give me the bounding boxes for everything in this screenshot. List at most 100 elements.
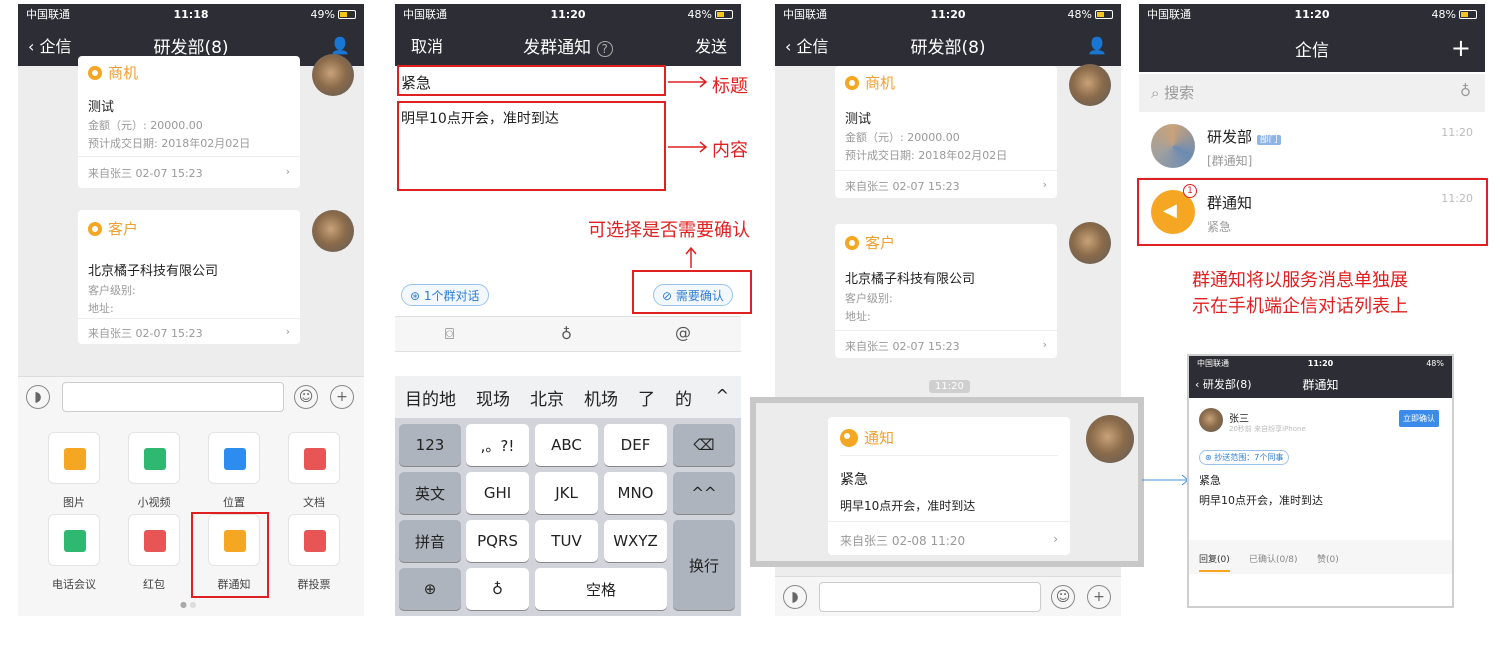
plus-icon[interactable]: + (1087, 585, 1111, 609)
back-button[interactable]: ‹ 企信 (785, 33, 829, 57)
customer-card[interactable]: 客户 北京橘子科技有限公司 客户级别: 地址: 来自张三 02-07 15:23… (78, 210, 300, 344)
suggestion[interactable]: 机场 (584, 385, 618, 410)
chat-time: 11:20 (1441, 126, 1473, 139)
notice-card[interactable]: 通知 紧急 明早10点开会，准时到达 来自张三 02-08 11:20 › (828, 417, 1070, 555)
key-pinyin[interactable]: 拼音 (399, 520, 461, 562)
space-key[interactable]: 空格 (535, 568, 667, 610)
key-tuv[interactable]: TUV (535, 520, 598, 562)
attach-bar: ⌼ ♁ @ (395, 316, 741, 352)
group-chip[interactable]: ⊛ 1个群对话 (401, 284, 489, 306)
avatar[interactable] (1069, 64, 1111, 106)
battery-indicator: 48% (1367, 8, 1477, 21)
cancel-button[interactable]: 取消 (411, 33, 443, 57)
suggestion[interactable]: 的 (675, 385, 692, 410)
back-button[interactable]: ‹ 企信 (28, 33, 72, 57)
key-pqrs[interactable]: PQRS (466, 520, 529, 562)
microphone-icon[interactable]: ♁ (1460, 82, 1471, 100)
camera-icon[interactable]: ⌼ (445, 325, 454, 343)
key-mno[interactable]: MNO (604, 472, 667, 514)
globe-icon: ⊕ (423, 580, 437, 598)
voice-icon[interactable]: ◗ (26, 385, 50, 409)
suggestion[interactable]: 目的地 (405, 385, 456, 410)
business-card[interactable]: 商机 测试 金额（元）: 20000.00 预计成交日期: 2018年02月02… (835, 66, 1057, 198)
key-emoticon[interactable]: ^^ (673, 472, 735, 514)
avatar[interactable] (1086, 415, 1134, 463)
avatar (1199, 408, 1223, 432)
page-title: 企信 (1295, 40, 1329, 61)
key-abc[interactable]: ABC (535, 424, 598, 466)
chevron-up-icon[interactable]: ^ (716, 386, 729, 405)
business-card[interactable]: 商机 测试 金额（元）: 20000.00 预计成交日期: 2018年02月02… (78, 56, 300, 188)
status-bar: 中国联通 11:18 49% (18, 4, 364, 24)
backspace-key[interactable]: ⌫ (673, 424, 735, 466)
globe-key[interactable]: ⊕ (399, 568, 461, 610)
voice-icon[interactable]: ◗ (783, 585, 807, 609)
key-english[interactable]: 英文 (399, 472, 461, 514)
emoji-icon[interactable]: ☺ (1051, 585, 1075, 609)
members-icon[interactable]: 👤 (1087, 36, 1107, 55)
suggestion[interactable]: 现场 (476, 385, 510, 410)
document-icon (304, 448, 326, 470)
tool-video[interactable] (128, 432, 180, 484)
plus-icon[interactable]: + (1451, 34, 1471, 62)
suggestion[interactable]: 了 (638, 385, 655, 410)
avatar[interactable] (1069, 222, 1111, 264)
notice-heading: 紧急 (840, 472, 868, 488)
avatar[interactable] (312, 210, 354, 252)
group-avatar (1151, 124, 1195, 168)
key-def[interactable]: DEF (604, 424, 667, 466)
card-address: 地址: (88, 302, 114, 315)
send-button[interactable]: 发送 (695, 33, 727, 57)
suggestion-bar: 目的地 现场 北京 机场 了 的 (395, 376, 741, 418)
search-bar[interactable]: ⌕ 搜索 ♁ (1139, 74, 1485, 112)
card-address: 地址: (845, 310, 871, 323)
message-input[interactable] (819, 582, 1041, 612)
chat-name: 研发部 部门 (1207, 126, 1281, 147)
key-wxyz[interactable]: WXYZ (604, 520, 667, 562)
search-icon: ⌕ (1151, 84, 1165, 102)
card-main-text: 测试 (88, 100, 115, 115)
tool-vote[interactable] (288, 514, 340, 566)
highlight-group-notice (191, 512, 269, 598)
customer-card[interactable]: 客户 北京橘子科技有限公司 客户级别: 地址: 来自张三 02-07 15:23… (835, 224, 1057, 358)
members-icon[interactable]: 👤 (330, 36, 350, 55)
confirm-now-button[interactable]: 立即确认 (1399, 410, 1439, 427)
tab-likes[interactable]: 赞(0) (1317, 552, 1339, 565)
key-123[interactable]: 123 (399, 424, 461, 466)
back-button[interactable]: ‹ 研发部(8) (1195, 376, 1252, 392)
card-date: 预计成交日期: 2018年02月02日 (88, 137, 251, 150)
tool-red-packet[interactable] (128, 514, 180, 566)
tool-phone[interactable] (48, 514, 100, 566)
key-ghi[interactable]: GHI (466, 472, 529, 514)
tab-reply[interactable]: 回复(0) (1199, 552, 1230, 572)
suggestion[interactable]: 北京 (530, 385, 564, 410)
avatar[interactable] (312, 54, 354, 96)
red-packet-icon (144, 530, 166, 552)
help-icon[interactable]: ? (596, 40, 613, 57)
enter-key[interactable]: 换行 (673, 520, 735, 610)
scope-chip[interactable]: ⊛ 抄送范围：7个同事 (1199, 450, 1290, 465)
highlight-notice-item (1137, 178, 1488, 246)
nav-bar: ‹ 研发部(8) 群通知 (1189, 370, 1452, 398)
battery-icon (1095, 10, 1113, 19)
key-jkl[interactable]: JKL (535, 472, 598, 514)
emoji-icon[interactable]: ☺ (294, 385, 318, 409)
annotation-line-1: 群通知将以服务消息单独展 (1192, 270, 1408, 291)
battery-icon (1459, 10, 1477, 19)
nav-bar: ‹ 企信 研发部(8) 👤 (775, 24, 1121, 66)
tab-confirmed[interactable]: 已确认(0/8) (1249, 552, 1298, 565)
mention-icon[interactable]: @ (675, 323, 691, 342)
annotation-line-2: 示在手机端企信对话列表上 (1192, 296, 1408, 317)
tool-label: 文档 (303, 496, 325, 509)
tool-document[interactable] (288, 432, 340, 484)
tool-image[interactable] (48, 432, 100, 484)
plus-icon[interactable]: + (330, 385, 354, 409)
chat-item[interactable]: 研发部 部门 [群通知] 11:20 (1139, 114, 1485, 178)
message-input[interactable] (62, 382, 284, 412)
annotation-confirm: 可选择是否需要确认 (588, 220, 750, 241)
clock: 11:18 (173, 7, 209, 21)
tool-location[interactable] (208, 432, 260, 484)
microphone-icon[interactable]: ♁ (561, 325, 572, 343)
voice-key[interactable]: ♁ (466, 568, 529, 610)
key-punct[interactable]: ,。?! (466, 424, 529, 466)
